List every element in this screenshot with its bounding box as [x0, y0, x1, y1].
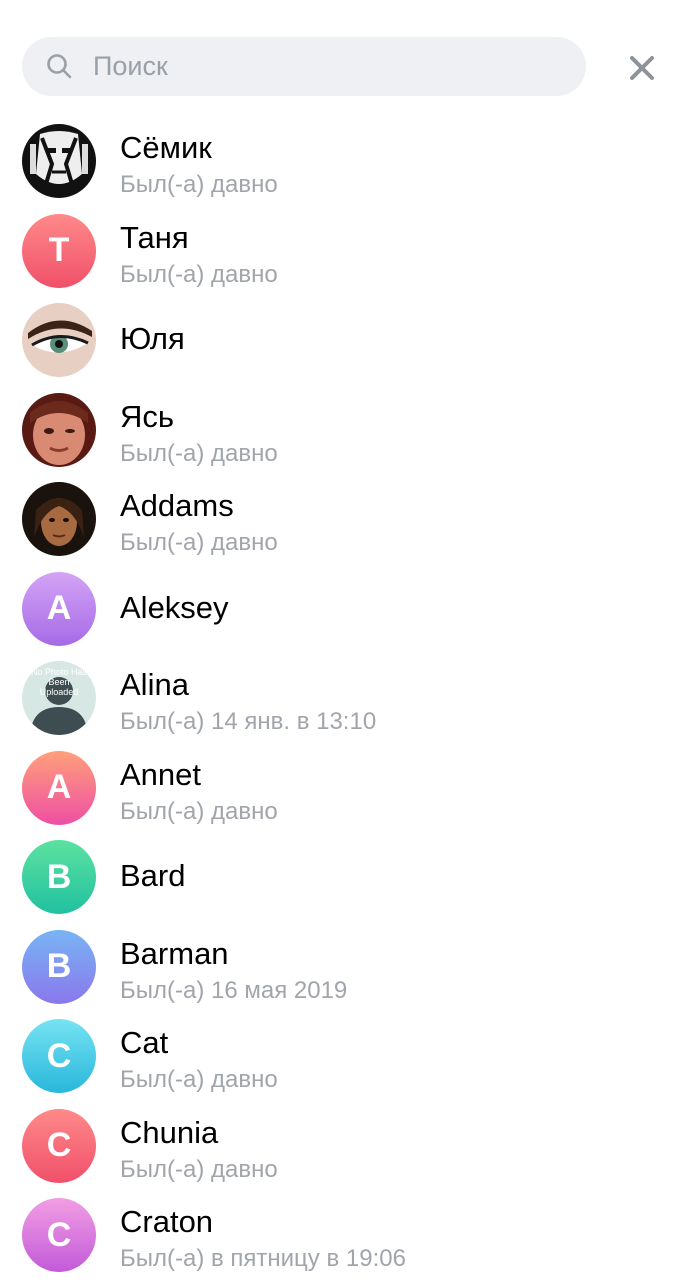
avatar: B — [22, 929, 96, 1004]
contact-name: Таня — [120, 219, 189, 255]
contact-status: Был(-а) давно — [120, 439, 278, 467]
avatar — [22, 124, 96, 198]
avatar-initial: A — [46, 589, 72, 627]
contact-status: Был(-а) давно — [120, 529, 278, 556]
contact-name: Aleksey — [120, 589, 229, 625]
avatar: No Photo Has Been Uploaded — [22, 661, 96, 735]
contact-item[interactable]: No Photo Has Been Uploaded Alina Был(-а) 1… — [0, 653, 697, 743]
contact-item[interactable]: B Bard — [0, 832, 697, 922]
contact-item[interactable]: Юля — [0, 295, 697, 385]
avatar: A — [22, 750, 96, 825]
avatar-initial: B — [46, 857, 72, 896]
contact-item[interactable]: C Cat Был(-а) давно — [0, 1011, 697, 1101]
contact-name: Craton — [120, 1204, 214, 1239]
contact-item[interactable]: A Aleksey — [0, 564, 697, 654]
avatar-initial: A — [46, 768, 72, 806]
search-field[interactable] — [22, 37, 586, 96]
contact-item[interactable]: Addams Был(-а) давно — [0, 474, 697, 564]
avatar: B — [22, 840, 96, 914]
avatar-initial: Т — [48, 231, 70, 269]
avatar-initial: C — [46, 1215, 72, 1254]
contact-name: Юля — [120, 321, 185, 356]
search-header — [0, 0, 697, 116]
contact-item[interactable]: Т Таня Был(-а) давно — [0, 206, 697, 296]
contact-item[interactable]: Ясь Был(-а) давно — [0, 385, 697, 475]
contact-name: Chunia — [120, 1114, 219, 1150]
contact-status: Был(-а) давно — [120, 797, 278, 825]
avatar: C — [22, 1019, 96, 1093]
close-button[interactable] — [622, 48, 662, 88]
contact-name: Ясь — [120, 398, 175, 434]
close-icon — [630, 56, 654, 80]
avatar-initial: B — [46, 947, 72, 985]
contact-name: Addams — [120, 488, 234, 523]
avatar-initial: C — [46, 1036, 72, 1075]
search-icon — [47, 54, 72, 79]
contact-item[interactable]: Сёмик Был(-а) давно — [0, 116, 697, 206]
contact-list: Сёмик Был(-а) давно Т Таня Был(-а) давно Юля… — [0, 116, 697, 1280]
contact-status: Был(-а) 16 мая 2019 — [120, 976, 348, 1004]
contact-name: Annet — [120, 756, 202, 792]
contact-name: Bard — [120, 858, 186, 893]
contact-item[interactable]: B Barman Был(-а) 16 мая 2019 — [0, 922, 697, 1012]
avatar: C — [22, 1198, 96, 1272]
avatar — [22, 482, 96, 556]
contact-item[interactable]: C Craton Был(-а) в пятницу в 19:06 — [0, 1190, 697, 1280]
avatar — [22, 392, 96, 467]
avatar: C — [22, 1108, 96, 1183]
contact-status: Был(-а) 14 янв. в 13:10 — [120, 708, 377, 735]
contact-name: Alina — [120, 667, 189, 702]
avatar-placeholder-text: No Photo Has Been Uploaded — [30, 667, 88, 697]
contact-name: Сёмик — [120, 130, 212, 165]
search-input[interactable] — [93, 37, 553, 96]
contact-status: Был(-а) давно — [120, 1066, 278, 1093]
avatar: Т — [22, 213, 96, 288]
avatar — [22, 303, 96, 377]
contact-name: Cat — [120, 1025, 169, 1060]
contact-status: Был(-а) давно — [120, 260, 278, 288]
contact-status: Был(-а) в пятницу в 19:06 — [120, 1245, 406, 1272]
avatar: A — [22, 571, 96, 646]
avatar-initial: C — [46, 1126, 72, 1164]
contact-item[interactable]: A Annet Был(-а) давно — [0, 743, 697, 833]
contact-status: Был(-а) давно — [120, 1155, 278, 1183]
contact-item[interactable]: C Chunia Был(-а) давно — [0, 1101, 697, 1191]
contact-status: Был(-а) давно — [120, 171, 278, 198]
contact-name: Barman — [120, 935, 229, 971]
